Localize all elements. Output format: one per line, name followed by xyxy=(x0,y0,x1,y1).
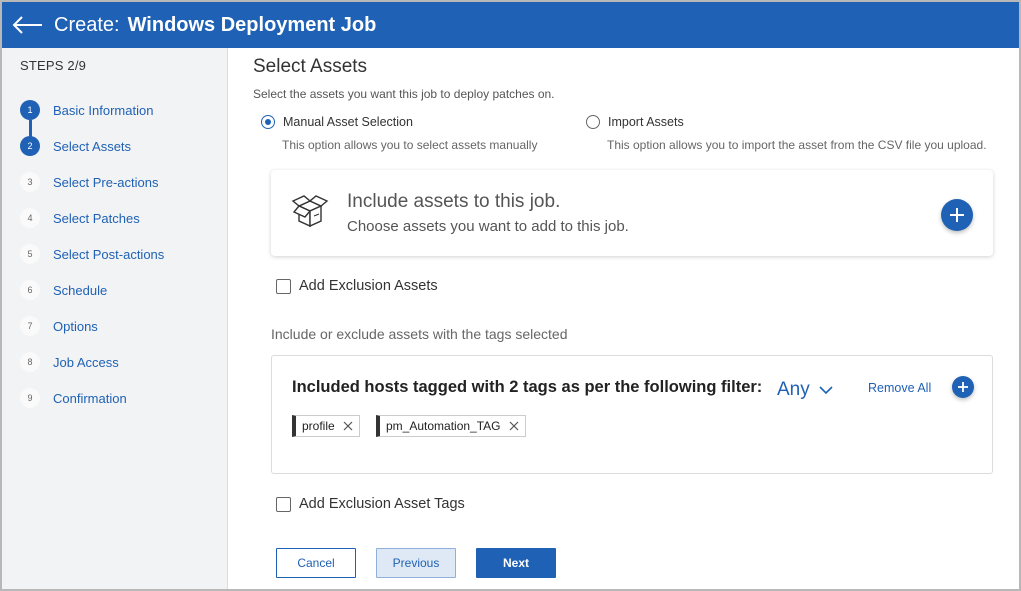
step-schedule[interactable]: 6 Schedule xyxy=(20,280,107,300)
step-options[interactable]: 7 Options xyxy=(20,316,98,336)
next-button[interactable]: Next xyxy=(476,548,556,578)
remove-all-tags-link[interactable]: Remove All xyxy=(868,381,931,395)
checkbox-label: Add Exclusion Assets xyxy=(299,278,438,294)
include-assets-title: Include assets to this job. xyxy=(347,191,561,212)
cancel-button[interactable]: Cancel xyxy=(276,548,356,578)
close-icon xyxy=(343,421,353,431)
tags-hint-text: Include or exclude assets with the tags … xyxy=(271,326,568,342)
step-number: 7 xyxy=(20,316,40,336)
add-exclusion-assets-checkbox[interactable]: Add Exclusion Assets xyxy=(276,278,438,294)
tag-chip-pm-automation: pm_Automation_TAG xyxy=(376,415,526,437)
close-icon xyxy=(509,421,518,431)
page-header: Create: Windows Deployment Job xyxy=(2,2,1019,48)
checkbox-label: Add Exclusion Asset Tags xyxy=(299,496,465,512)
manual-asset-selection-radio[interactable]: Manual Asset Selection xyxy=(261,115,413,129)
steps-counter: STEPS 2/9 xyxy=(20,58,87,73)
plus-icon xyxy=(958,382,968,392)
main-content: Select Assets Select the assets you want… xyxy=(229,48,1019,589)
chevron-down-icon xyxy=(819,386,833,395)
page-header-title: Create: Windows Deployment Job xyxy=(54,14,376,37)
add-tags-button[interactable] xyxy=(952,376,974,398)
add-exclusion-asset-tags-checkbox[interactable]: Add Exclusion Asset Tags xyxy=(276,496,465,512)
step-number: 6 xyxy=(20,280,40,300)
radio-description: This option allows you to select assets … xyxy=(282,138,538,152)
remove-tag-button[interactable] xyxy=(343,421,353,431)
include-assets-card: Include assets to this job. Choose asset… xyxy=(271,170,993,256)
step-number: 9 xyxy=(20,388,40,408)
step-confirmation[interactable]: 9 Confirmation xyxy=(20,388,127,408)
step-label: Confirmation xyxy=(53,390,127,406)
tag-filter-value: Any xyxy=(777,379,810,400)
tag-filter-select[interactable]: Any xyxy=(777,379,834,401)
header-job-name: Windows Deployment Job xyxy=(127,13,377,36)
tag-chip-profile: profile xyxy=(292,415,360,437)
step-label: Schedule xyxy=(53,282,108,298)
included-tags-title: Included hosts tagged with 2 tags as per… xyxy=(292,378,763,396)
step-number: 2 xyxy=(20,136,40,156)
step-label: Select Patches xyxy=(53,210,140,226)
checkbox-box[interactable] xyxy=(276,278,291,294)
include-assets-subtitle: Choose assets you want to add to this jo… xyxy=(347,218,629,235)
back-button[interactable] xyxy=(12,13,46,37)
page-title: Select Assets xyxy=(253,56,368,77)
app-window: Create: Windows Deployment Job STEPS 2/9… xyxy=(0,0,1021,591)
step-select-pre-actions[interactable]: 3 Select Pre-actions xyxy=(20,172,159,192)
step-label: Select Post-actions xyxy=(53,246,165,262)
import-assets-radio[interactable]: Import Assets xyxy=(586,115,684,129)
step-select-post-actions[interactable]: 5 Select Post-actions xyxy=(20,244,164,264)
step-job-access[interactable]: 8 Job Access xyxy=(20,352,119,372)
radio-description: This option allows you to import the ass… xyxy=(607,138,987,152)
checkbox-box[interactable] xyxy=(276,496,291,512)
step-label: Select Pre-actions xyxy=(53,174,159,190)
plus-icon xyxy=(950,208,964,222)
previous-button[interactable]: Previous xyxy=(376,548,456,578)
step-number: 3 xyxy=(20,172,40,192)
radio-unchecked[interactable] xyxy=(586,115,600,129)
arrow-left-icon xyxy=(12,16,42,34)
radio-checked[interactable] xyxy=(261,115,275,129)
step-number: 5 xyxy=(20,244,40,264)
step-label: Select Assets xyxy=(53,138,132,154)
step-label: Job Access xyxy=(53,354,119,370)
tag-label: profile xyxy=(302,419,335,433)
step-number: 8 xyxy=(20,352,40,372)
step-label: Options xyxy=(53,318,98,334)
header-prefix: Create: xyxy=(54,13,120,36)
step-label: Basic Information xyxy=(53,102,154,118)
radio-label: Manual Asset Selection xyxy=(283,115,413,129)
open-box-icon xyxy=(291,195,329,228)
steps-sidebar: STEPS 2/9 1 Basic Information 2 Select A… xyxy=(2,48,228,589)
step-select-assets[interactable]: 2 Select Assets xyxy=(20,136,131,156)
remove-tag-button[interactable] xyxy=(509,421,519,431)
radio-label: Import Assets xyxy=(608,115,684,129)
tag-label: pm_Automation_TAG xyxy=(386,419,501,433)
step-number: 4 xyxy=(20,208,40,228)
step-number: 1 xyxy=(20,100,40,120)
included-tags-card: Included hosts tagged with 2 tags as per… xyxy=(271,355,993,474)
step-select-patches[interactable]: 4 Select Patches xyxy=(20,208,140,228)
step-basic-information[interactable]: 1 Basic Information xyxy=(20,100,153,120)
add-assets-button[interactable] xyxy=(941,199,973,231)
page-subtitle: Select the assets you want this job to d… xyxy=(253,87,555,101)
